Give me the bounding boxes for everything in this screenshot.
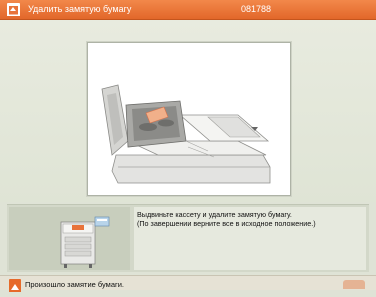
status-action-button[interactable] bbox=[343, 280, 365, 289]
error-code: 081788 bbox=[241, 4, 272, 14]
printer-device-icon bbox=[9, 207, 130, 270]
instruction-line-2: (По завершении верните все в исходное по… bbox=[137, 219, 316, 228]
page-title: Удалить замятую бумагу bbox=[28, 4, 132, 14]
title-bar: Удалить замятую бумагу 081788 bbox=[0, 0, 376, 20]
instruction-line-1: Выдвиньте кассету и удалите замятую бума… bbox=[137, 210, 292, 219]
paper-jam-feeder-illustration bbox=[87, 42, 291, 196]
jam-alert-icon bbox=[7, 3, 20, 16]
alert-icon bbox=[9, 279, 21, 292]
status-message: Произошло замятие бумаги. bbox=[25, 280, 125, 289]
